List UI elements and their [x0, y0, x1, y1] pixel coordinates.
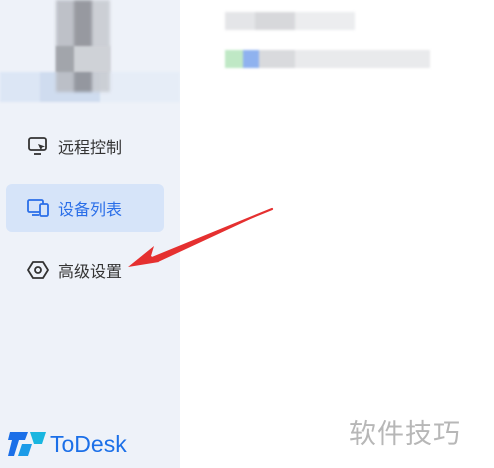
sidebar-item-device-list[interactable]: 设备列表 [6, 184, 164, 232]
sidebar-item-advanced-settings[interactable]: 高级设置 [6, 246, 164, 294]
sidebar-item-label: 高级设置 [58, 262, 123, 281]
main-panel [180, 0, 494, 468]
sidebar: 远程控制 设备列表 高级设置 [0, 0, 180, 468]
devices-icon [27, 199, 49, 217]
sidebar-item-label: 远程控制 [58, 138, 123, 157]
sidebar-item-label: 设备列表 [58, 200, 123, 219]
device-id-blurred [225, 12, 355, 30]
brand-name: ToDesk [50, 431, 127, 457]
hexagon-settings-icon [27, 261, 49, 279]
watermark: 软件技巧 [349, 419, 461, 450]
todesk-logo-icon [8, 432, 46, 456]
device-password-blurred [225, 50, 430, 68]
avatar-detail-blurred [56, 46, 110, 72]
monitor-remote-icon [28, 137, 47, 155]
sidebar-item-remote-control[interactable]: 远程控制 [6, 122, 164, 170]
